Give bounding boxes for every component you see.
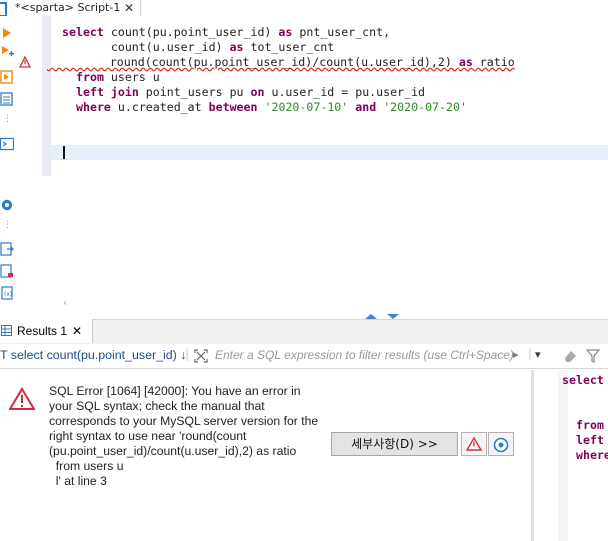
toolbar-divider: | <box>185 347 190 361</box>
preview-line-where: where <box>576 448 608 462</box>
console-icon[interactable] <box>0 137 14 151</box>
clear-filter-icon[interactable] <box>563 349 577 363</box>
text-cursor <box>63 146 65 159</box>
error-panel: SQL Error [1064] [42000]: You have an er… <box>0 370 531 541</box>
preview-line-select: select <box>562 373 604 387</box>
svg-text:(x): (x) <box>4 291 12 298</box>
preview-line-from: from <box>576 418 604 432</box>
export-icon[interactable] <box>0 242 14 256</box>
line-ruler <box>15 16 57 310</box>
filter-icon[interactable] <box>586 349 600 363</box>
preview-divider <box>531 370 534 541</box>
explain-plan-icon[interactable] <box>0 92 14 106</box>
settings-icon[interactable] <box>0 198 14 212</box>
code-line-1: select count(pu.point_user_id) as pnt_us… <box>62 25 391 39</box>
import-icon[interactable] <box>0 264 14 278</box>
filter-dropdown-icon[interactable]: ▾ <box>535 348 541 361</box>
run-icon[interactable] <box>0 26 14 40</box>
close-results-icon[interactable]: ✕ <box>72 319 82 343</box>
run-script-icon[interactable] <box>0 70 14 84</box>
results-filter-bar: T select count(pu.point_user_id) ↓ | Ent… <box>0 344 608 369</box>
filter-input[interactable]: Enter a SQL expression to filter results… <box>215 348 514 362</box>
details-button[interactable]: 세부사항(D) >> <box>331 432 458 456</box>
editor-gutter <box>42 16 51 176</box>
filter-history-icon[interactable]: ▸ <box>513 348 519 361</box>
code-line-3: round(count(pu.point_user_id)/count(u.us… <box>60 55 515 69</box>
expand-filter-icon[interactable] <box>194 349 208 363</box>
current-line-highlight <box>51 145 608 160</box>
preview-gutter <box>558 370 568 541</box>
editor-horizontal-scrollbar[interactable]: ‹ <box>51 296 608 312</box>
scroll-left-icon[interactable]: ‹ <box>63 296 67 309</box>
toolbar-separator-2: ⋮ <box>3 220 12 230</box>
query-text-label: T select count(pu.point_user_id) ↓ <box>0 348 187 362</box>
editor-tab-script-1[interactable]: *<sparta> Script-1 ✕ <box>0 0 141 17</box>
info-button[interactable] <box>488 432 514 456</box>
error-message: SQL Error [1064] [42000]: You have an er… <box>49 384 319 488</box>
code-line-6: where u.created_at between '2020-07-10' … <box>76 100 467 114</box>
code-line-5: left join point_users pu on u.user_id = … <box>76 85 426 99</box>
code-line-2: count(u.user_id) as tot_user_cnt <box>62 40 335 54</box>
error-marker-icon[interactable] <box>19 56 31 68</box>
error-log-button[interactable] <box>461 432 487 456</box>
warning-icon <box>466 437 482 451</box>
run-plus-icon[interactable] <box>0 44 14 58</box>
error-triangle-icon <box>9 387 35 410</box>
sql-preview-panel: select from left where <box>531 370 608 541</box>
left-toolbar: ⋮ ⋮ (x) <box>0 16 15 313</box>
preview-line-left: left <box>576 433 604 447</box>
file-icon[interactable]: (x) <box>0 286 14 300</box>
editor-tab-title: *<sparta> Script-1 <box>15 1 121 14</box>
close-tab-icon[interactable]: ✕ <box>124 0 134 16</box>
toolbar-separator: ⋮ <box>3 114 12 124</box>
tab-results-1[interactable]: Results 1 ✕ <box>0 319 93 343</box>
script-tab-icon <box>0 2 7 17</box>
results-tab-label: Results 1 <box>17 324 68 338</box>
results-grid-icon <box>1 325 12 336</box>
info-icon <box>493 437 509 453</box>
code-line-4: from users u <box>76 70 160 84</box>
toolbar-divider-2: | <box>528 346 533 360</box>
